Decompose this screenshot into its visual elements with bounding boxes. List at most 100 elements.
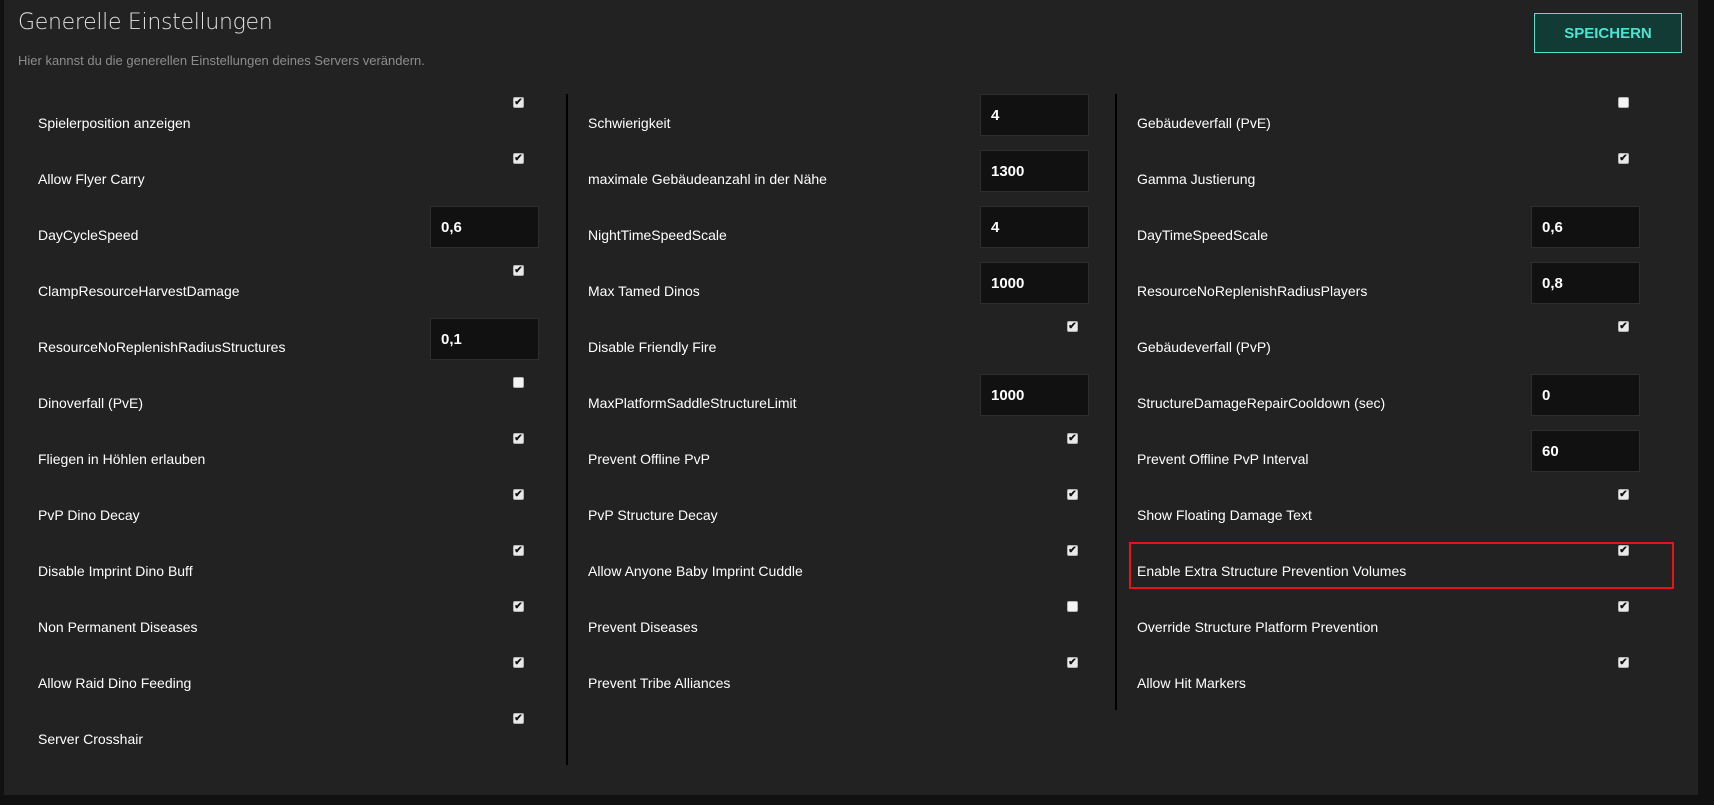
setting-row-dinoverfall-pve: Dinoverfall (PvE) (38, 370, 528, 426)
setting-label: Server Crosshair (38, 731, 144, 747)
setting-checkbox[interactable] (1618, 97, 1629, 108)
setting-label: Prevent Offline PvP Interval (1137, 451, 1309, 467)
setting-row-nighttimespeedscale: NightTimeSpeedScale (588, 202, 1103, 258)
setting-row-spielerposition-anzeigen: Spielerposition anzeigen ✔ (38, 90, 528, 146)
setting-checkbox[interactable]: ✔ (513, 545, 524, 556)
setting-row-maxplatformsaddlestructurelimit: MaxPlatformSaddleStructureLimit (588, 370, 1103, 426)
setting-label: Show Floating Damage Text (1137, 507, 1312, 523)
setting-row-server-crosshair: Server Crosshair ✔ (38, 706, 528, 762)
column-divider-1 (566, 94, 568, 765)
setting-label: maximale Gebäudeanzahl in der Nähe (588, 171, 827, 187)
settings-column-3: Gebäudeverfall (PvE) Gamma Justierung ✔ Day… (1137, 90, 1644, 706)
setting-checkbox[interactable]: ✔ (1618, 657, 1629, 668)
setting-checkbox[interactable]: ✔ (513, 153, 524, 164)
setting-label: Allow Hit Markers (1137, 675, 1246, 691)
setting-label: ClampResourceHarvestDamage (38, 283, 240, 299)
setting-label: MaxPlatformSaddleStructureLimit (588, 395, 797, 411)
setting-checkbox[interactable]: ✔ (1067, 489, 1078, 500)
setting-label: Gebäudeverfall (PvP) (1137, 339, 1271, 355)
setting-label: Prevent Offline PvP (588, 451, 710, 467)
setting-label: Override Structure Platform Prevention (1137, 619, 1379, 635)
setting-label: Gebäudeverfall (PvE) (1137, 115, 1271, 131)
setting-label: Max Tamed Dinos (588, 283, 700, 299)
setting-checkbox[interactable]: ✔ (1067, 657, 1078, 668)
setting-label: StructureDamageRepairCooldown (sec) (1137, 395, 1386, 411)
setting-label: Disable Imprint Dino Buff (38, 563, 193, 579)
save-button[interactable]: SPEICHERN (1534, 13, 1682, 53)
setting-row-prevent-offline-pvp: Prevent Offline PvP ✔ (588, 426, 1103, 482)
setting-checkbox[interactable]: ✔ (1067, 321, 1078, 332)
setting-label: ResourceNoReplenishRadiusPlayers (1137, 283, 1368, 299)
setting-row-resourcenoreplenishradiusstructures: ResourceNoReplenishRadiusStructures (38, 314, 539, 370)
setting-input[interactable] (980, 150, 1089, 192)
setting-input[interactable] (1531, 374, 1640, 416)
setting-row-maximale-geb-udeanzahl-in-der-n-he: maximale Gebäudeanzahl in der Nähe (588, 146, 1103, 202)
setting-checkbox[interactable]: ✔ (513, 601, 524, 612)
setting-checkbox[interactable]: ✔ (513, 265, 524, 276)
setting-label: Allow Flyer Carry (38, 171, 145, 187)
setting-row-allow-raid-dino-feeding: Allow Raid Dino Feeding ✔ (38, 650, 528, 706)
setting-label: DayCycleSpeed (38, 227, 139, 243)
setting-row-pvp-dino-decay: PvP Dino Decay ✔ (38, 482, 528, 538)
setting-label: Fliegen in Höhlen erlauben (38, 451, 206, 467)
setting-row-allow-hit-markers: Allow Hit Markers ✔ (1137, 650, 1644, 706)
setting-input[interactable] (430, 318, 539, 360)
setting-label: Prevent Tribe Alliances (588, 675, 731, 691)
setting-label: Prevent Diseases (588, 619, 698, 635)
page-subtitle: Hier kannst du die generellen Einstellun… (18, 53, 425, 68)
setting-label: Allow Anyone Baby Imprint Cuddle (588, 563, 803, 579)
setting-checkbox[interactable]: ✔ (513, 433, 524, 444)
setting-input[interactable] (980, 94, 1089, 136)
setting-row-override-structure-platform-prevention: Override Structure Platform Prevention ✔ (1137, 594, 1644, 650)
setting-row-fliegen-in-h-hlen-erlauben: Fliegen in Höhlen erlauben ✔ (38, 426, 528, 482)
setting-checkbox[interactable] (513, 377, 524, 388)
setting-label: PvP Dino Decay (38, 507, 140, 523)
setting-row-prevent-offline-pvp-interval: Prevent Offline PvP Interval (1137, 426, 1644, 482)
setting-label: Spielerposition anzeigen (38, 115, 191, 131)
setting-row-schwierigkeit: Schwierigkeit (588, 90, 1103, 146)
setting-row-max-tamed-dinos: Max Tamed Dinos (588, 258, 1103, 314)
setting-checkbox[interactable]: ✔ (1618, 601, 1629, 612)
setting-row-resourcenoreplenishradiusplayers: ResourceNoReplenishRadiusPlayers (1137, 258, 1644, 314)
setting-label: Enable Extra Structure Prevention Volume… (1137, 563, 1407, 579)
setting-row-allow-flyer-carry: Allow Flyer Carry ✔ (38, 146, 528, 202)
setting-checkbox[interactable] (1067, 601, 1078, 612)
setting-label: Non Permanent Diseases (38, 619, 198, 635)
setting-row-clampresourceharvestdamage: ClampResourceHarvestDamage ✔ (38, 258, 528, 314)
setting-checkbox[interactable]: ✔ (513, 657, 524, 668)
setting-input[interactable] (980, 374, 1089, 416)
setting-row-disable-imprint-dino-buff: Disable Imprint Dino Buff ✔ (38, 538, 528, 594)
setting-row-structuredamagerepaircooldown-sec: StructureDamageRepairCooldown (sec) (1137, 370, 1644, 426)
setting-input[interactable] (1531, 430, 1640, 472)
settings-column-2: Schwierigkeit maximale Gebäudeanzahl in d… (588, 90, 1103, 706)
setting-checkbox[interactable]: ✔ (513, 489, 524, 500)
setting-input[interactable] (430, 206, 539, 248)
setting-checkbox[interactable]: ✔ (1618, 153, 1629, 164)
setting-label: Gamma Justierung (1137, 171, 1256, 187)
setting-label: PvP Structure Decay (588, 507, 718, 523)
setting-input[interactable] (980, 206, 1089, 248)
setting-checkbox[interactable]: ✔ (1067, 545, 1078, 556)
setting-checkbox[interactable]: ✔ (513, 713, 524, 724)
setting-input[interactable] (1531, 262, 1640, 304)
setting-label: Disable Friendly Fire (588, 339, 717, 355)
setting-row-geb-udeverfall-pve: Gebäudeverfall (PvE) (1137, 90, 1644, 146)
setting-row-daycyclespeed: DayCycleSpeed (38, 202, 539, 258)
settings-column-1: Spielerposition anzeigen ✔ Allow Flyer Car… (38, 90, 539, 762)
setting-row-daytimespeedscale: DayTimeSpeedScale (1137, 202, 1644, 258)
setting-checkbox[interactable]: ✔ (1067, 433, 1078, 444)
setting-checkbox[interactable]: ✔ (1618, 545, 1629, 556)
setting-label: NightTimeSpeedScale (588, 227, 727, 243)
setting-input[interactable] (1531, 206, 1640, 248)
setting-label: Dinoverfall (PvE) (38, 395, 144, 411)
setting-label: Allow Raid Dino Feeding (38, 675, 192, 691)
setting-row-enable-extra-structure-prevention-volumes: Enable Extra Structure Prevention Volume… (1137, 538, 1644, 594)
setting-input[interactable] (980, 262, 1089, 304)
setting-row-show-floating-damage-text: Show Floating Damage Text ✔ (1137, 482, 1644, 538)
setting-row-geb-udeverfall-pvp: Gebäudeverfall (PvP) ✔ (1137, 314, 1644, 370)
setting-checkbox[interactable]: ✔ (513, 97, 524, 108)
setting-label: DayTimeSpeedScale (1137, 227, 1268, 243)
setting-row-prevent-tribe-alliances: Prevent Tribe Alliances ✔ (588, 650, 1103, 706)
setting-checkbox[interactable]: ✔ (1618, 489, 1629, 500)
setting-checkbox[interactable]: ✔ (1618, 321, 1629, 332)
